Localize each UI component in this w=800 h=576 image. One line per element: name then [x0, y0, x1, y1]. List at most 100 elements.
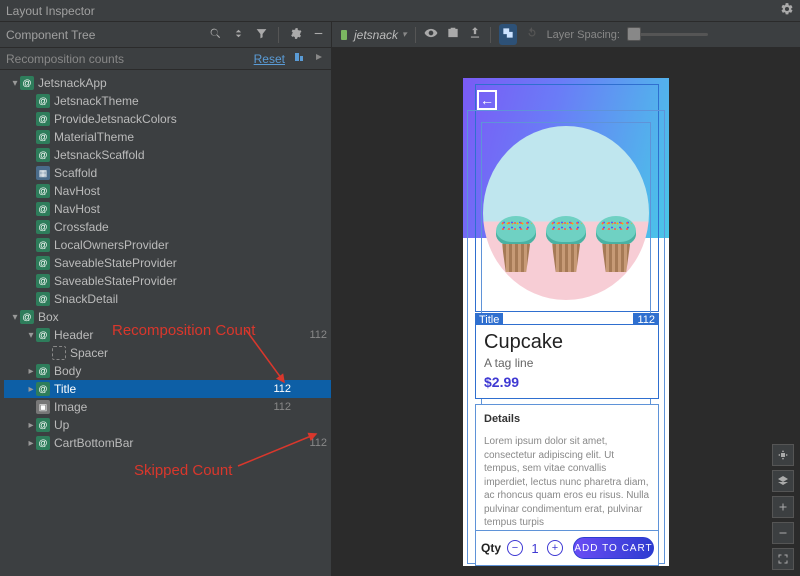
- tree-node-label: SaveableStateProvider: [54, 274, 255, 288]
- chevron-down-icon: ▾: [402, 29, 407, 40]
- qty-minus-button[interactable]: −: [507, 540, 523, 556]
- comp-icon: @: [20, 310, 34, 324]
- eye-icon[interactable]: [424, 26, 438, 43]
- tree-node[interactable]: @Crossfade: [4, 218, 331, 236]
- tree-node-label: ProvideJetsnackColors: [54, 112, 255, 126]
- tree-node-label: Crossfade: [54, 220, 255, 234]
- tree-node[interactable]: @NavHost: [4, 200, 331, 218]
- tree-arrow-icon[interactable]: [26, 420, 36, 431]
- tree-node[interactable]: @ CartBottomBar 112: [4, 434, 331, 452]
- details-component: Details Lorem ipsum dolor sit amet, cons…: [475, 404, 659, 539]
- tree-node[interactable]: ▦Scaffold: [4, 164, 331, 182]
- tree-node[interactable]: @JetsnackTheme: [4, 92, 331, 110]
- comp-icon: @: [36, 292, 50, 306]
- tree-arrow-icon[interactable]: [10, 78, 20, 89]
- right-panel: jetsnack ▾ Layer Spacing: ←: [332, 22, 800, 576]
- settings-icon[interactable]: [780, 2, 794, 19]
- qty-label: Qty: [481, 541, 501, 555]
- tree-node[interactable]: @Up: [4, 416, 331, 434]
- tree-node-label: CartBottomBar: [54, 436, 255, 450]
- details-header: Details: [484, 413, 650, 425]
- tree-node-label: LocalOwnersProvider: [54, 238, 255, 252]
- tree-node-label: JetsnackTheme: [54, 94, 255, 108]
- device-icon: [338, 29, 350, 41]
- snapshot-icon[interactable]: [446, 26, 460, 43]
- pan-icon[interactable]: [772, 444, 794, 466]
- comp-icon: @: [36, 382, 50, 396]
- component-tree-header: Component Tree: [0, 22, 331, 48]
- tree-node[interactable]: ▣Image112: [4, 398, 331, 416]
- tree-node[interactable]: @NavHost: [4, 182, 331, 200]
- tree-node-label: Scaffold: [54, 166, 255, 180]
- tree-node[interactable]: @JetsnackApp: [4, 74, 331, 92]
- tree-node-label: NavHost: [54, 202, 255, 216]
- tree-node-label: NavHost: [54, 184, 255, 198]
- tree-node[interactable]: @Header112: [4, 326, 331, 344]
- mode-2d-icon[interactable]: [499, 24, 517, 45]
- export-icon[interactable]: [468, 26, 482, 43]
- qty-plus-button[interactable]: +: [547, 540, 563, 556]
- product-tagline: A tag line: [484, 356, 650, 370]
- search-icon[interactable]: [209, 27, 222, 43]
- tree-node-label: Title: [54, 382, 255, 396]
- options-gear-icon[interactable]: [289, 27, 302, 43]
- tree-node-label: Up: [54, 418, 255, 432]
- product-price: $2.99: [484, 374, 650, 390]
- tree-node[interactable]: @ LocalOwnersProvider: [4, 236, 331, 254]
- tree-node-label: Body: [54, 364, 255, 378]
- recomposition-counts-label: Recomposition counts: [6, 52, 124, 66]
- product-name: Cupcake: [484, 331, 650, 354]
- back-icon[interactable]: ←: [477, 90, 497, 110]
- expand-icon[interactable]: [232, 27, 245, 43]
- skipped-count-value: 112: [291, 437, 327, 449]
- counter-icon: [293, 51, 305, 66]
- comp-icon: @: [36, 148, 50, 162]
- tree-node[interactable]: @Body: [4, 362, 331, 380]
- tree-node[interactable]: @SnackDetail: [4, 290, 331, 308]
- comp-icon: @: [36, 238, 50, 252]
- tree-arrow-icon[interactable]: [26, 438, 36, 449]
- device-toolbar: jetsnack ▾ Layer Spacing:: [332, 22, 800, 48]
- img-icon: ▣: [36, 400, 50, 414]
- device-frame: ← Title 112 Cupcake A tag line $2.99: [463, 78, 669, 566]
- comp-icon: @: [36, 328, 50, 342]
- zoom-out-icon[interactable]: [772, 522, 794, 544]
- tree-node[interactable]: @Title112: [4, 380, 331, 398]
- tree-node[interactable]: @SaveableStateProvider: [4, 272, 331, 290]
- tree-node[interactable]: @ProvideJetsnackColors: [4, 110, 331, 128]
- comp-icon: @: [36, 436, 50, 450]
- component-tree[interactable]: @JetsnackApp@JetsnackTheme@ProvideJetsna…: [0, 70, 331, 576]
- tree-node-label: MaterialTheme: [54, 130, 255, 144]
- title-component[interactable]: Cupcake A tag line $2.99: [475, 324, 659, 399]
- tree-node[interactable]: @Box: [4, 308, 331, 326]
- slider-thumb[interactable]: [627, 27, 641, 41]
- zoom-in-icon[interactable]: [772, 496, 794, 518]
- left-panel: Component Tree Recomposition counts Rese…: [0, 22, 332, 576]
- fit-screen-icon[interactable]: [772, 548, 794, 570]
- refresh-icon[interactable]: [525, 26, 539, 43]
- tree-node[interactable]: @ JetsnackScaffold: [4, 146, 331, 164]
- tree-node[interactable]: @SaveableStateProvider: [4, 254, 331, 272]
- layout-canvas[interactable]: ← Title 112 Cupcake A tag line $2.99: [332, 48, 800, 576]
- tree-node[interactable]: @MaterialTheme: [4, 128, 331, 146]
- canvas-tools: [772, 444, 794, 570]
- layer-spacing-slider[interactable]: [628, 33, 708, 36]
- cart-bottom-bar: Qty − 1 + ADD TO CART: [475, 530, 659, 566]
- details-body: Lorem ipsum dolor sit amet, consectetur …: [484, 435, 650, 530]
- layer-spacing-label: Layer Spacing:: [547, 29, 620, 41]
- tree-arrow-icon[interactable]: [26, 330, 36, 341]
- device-selector[interactable]: jetsnack ▾: [338, 28, 407, 42]
- tree-arrow-icon[interactable]: [26, 384, 36, 395]
- tree-node-label: JetsnackScaffold: [54, 148, 255, 162]
- separator: [415, 27, 416, 43]
- minimize-icon[interactable]: [312, 27, 325, 43]
- reset-link[interactable]: Reset: [254, 52, 285, 66]
- tree-node-label: Header: [54, 328, 255, 342]
- tree-arrow-icon[interactable]: [26, 366, 36, 377]
- funnel-icon[interactable]: [255, 27, 268, 43]
- layers-icon[interactable]: [772, 470, 794, 492]
- tree-arrow-icon[interactable]: [10, 312, 20, 323]
- component-tree-label: Component Tree: [6, 28, 95, 42]
- tree-node[interactable]: Spacer: [4, 344, 331, 362]
- add-to-cart-button[interactable]: ADD TO CART: [573, 537, 654, 559]
